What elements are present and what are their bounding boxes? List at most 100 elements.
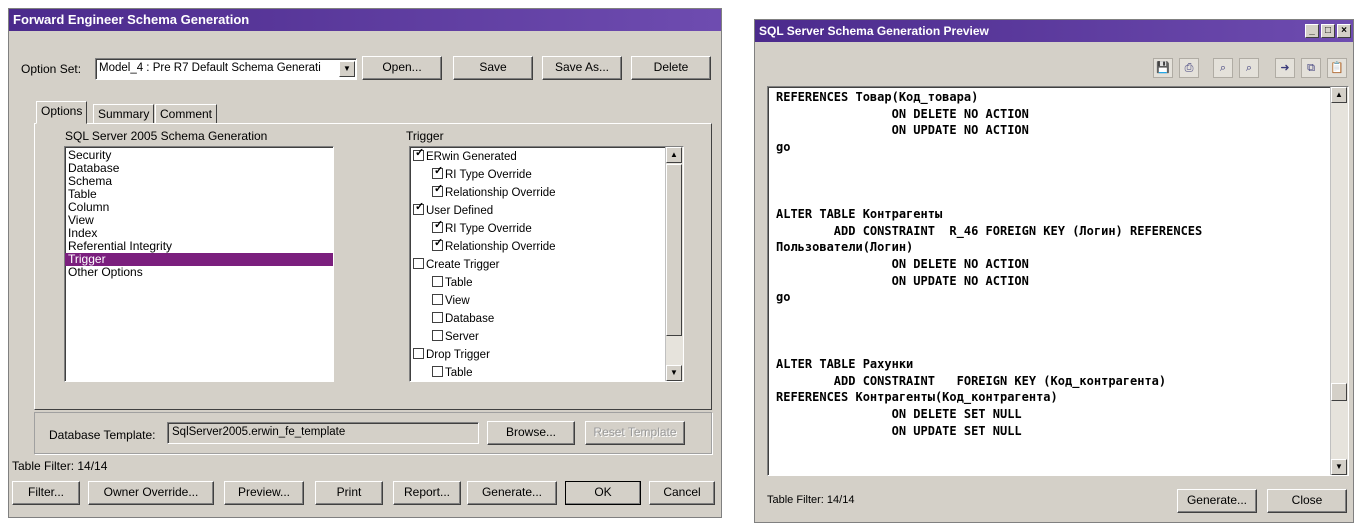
code-line: ALTER TABLE Контрагенты [776, 206, 943, 221]
checkbox-icon[interactable] [432, 312, 443, 323]
trigger-list-scrollbar[interactable]: ▲ ▼ [665, 147, 683, 381]
trigger-option-label: Table [445, 277, 473, 289]
trigger-option-label: Relationship Override [445, 241, 556, 253]
checkbox-checked-icon[interactable]: ✓ [432, 238, 443, 251]
option-set-select[interactable]: Model_4 : Pre R7 Default Schema Generati… [95, 58, 357, 80]
trigger-option[interactable]: Drop Trigger [410, 346, 683, 364]
scroll-up-icon[interactable]: ▲ [666, 147, 682, 163]
scroll-down-icon[interactable]: ▼ [1331, 459, 1347, 475]
trigger-options-list[interactable]: ✓ ERwin Generated ✓ RI Type Override ✓ Relati… [409, 146, 684, 382]
trigger-option-label: ERwin Generated [426, 151, 517, 163]
find-next-icon[interactable]: ⌕ [1239, 58, 1259, 78]
checkbox-icon[interactable] [413, 348, 424, 359]
delete-button[interactable]: Delete [631, 56, 711, 80]
filter-button[interactable]: Filter... [12, 481, 80, 505]
trigger-option[interactable]: Database [410, 310, 683, 328]
save-button[interactable]: Save [453, 56, 533, 80]
code-line: ALTER TABLE Рахунки [776, 357, 914, 371]
checkbox-icon[interactable] [432, 366, 443, 377]
code-preview-area[interactable]: REFERENCES Товар(Код_товара) ON DELETE N… [767, 86, 1349, 476]
cancel-button[interactable]: Cancel [649, 481, 715, 505]
trigger-option[interactable]: ✓ RI Type Override [410, 220, 683, 238]
open-button[interactable]: Open... [362, 56, 442, 80]
scroll-thumb[interactable] [666, 164, 682, 336]
scroll-thumb[interactable] [1331, 383, 1347, 401]
checkbox-checked-icon[interactable]: ✓ [432, 220, 443, 233]
tab-comment[interactable]: Comment [155, 104, 218, 124]
checkbox-icon[interactable] [432, 294, 443, 305]
code-line: ADD CONSTRAINT FOREIGN KEY (Код_контраге… [776, 373, 1167, 388]
category-item[interactable]: Other Options [65, 266, 333, 279]
trigger-option[interactable]: Server [410, 328, 683, 346]
close-icon[interactable]: × [1337, 24, 1351, 38]
maximize-icon[interactable]: □ [1321, 24, 1335, 38]
scroll-down-icon[interactable]: ▼ [666, 365, 682, 381]
find-icon[interactable]: ⌕ [1213, 58, 1233, 78]
scroll-up-icon[interactable]: ▲ [1331, 87, 1347, 103]
browse-button[interactable]: Browse... [487, 421, 575, 445]
db-template-value: SqlServer2005.erwin_fe_template [172, 426, 346, 438]
category-item[interactable]: Schema [65, 175, 333, 188]
checkbox-checked-icon[interactable]: ✓ [413, 202, 424, 215]
code-line: Пользователи(Логин) [776, 240, 914, 255]
trigger-option[interactable]: View [410, 292, 683, 310]
code-line: ON UPDATE NO ACTION [776, 273, 1029, 288]
code-scrollbar[interactable]: ▲ ▼ [1330, 87, 1348, 475]
trigger-option[interactable]: Table [410, 274, 683, 292]
print-icon[interactable]: ⎙ [1179, 58, 1199, 78]
tab-options[interactable]: Options [36, 101, 88, 124]
checkbox-icon[interactable] [413, 258, 424, 269]
code-line: ON DELETE NO ACTION [776, 256, 1029, 271]
generate-button[interactable]: Generate... [467, 481, 557, 505]
option-set-label: Option Set: [21, 62, 82, 76]
minimize-icon[interactable]: _ [1305, 24, 1319, 38]
trigger-option[interactable]: Table [410, 364, 683, 381]
checkbox-checked-icon[interactable]: ✓ [413, 148, 424, 161]
code-line: ON UPDATE SET NULL [776, 423, 1022, 438]
trigger-option[interactable]: Create Trigger [410, 256, 683, 274]
category-item[interactable]: Column [65, 201, 333, 214]
table-filter-text: Table Filter: 14/14 [12, 459, 108, 473]
copy-icon[interactable]: ⧉ [1301, 58, 1321, 78]
trigger-option-label: Table [445, 367, 473, 379]
trigger-option[interactable]: ✓ ERwin Generated [410, 148, 683, 166]
trigger-option[interactable]: ✓ Relationship Override [410, 238, 683, 256]
checkbox-checked-icon[interactable]: ✓ [432, 184, 443, 197]
code-line: ON DELETE NO ACTION [776, 106, 1029, 121]
code-line: ADD CONSTRAINT R_46 FOREIGN KEY (Логин) … [776, 223, 1203, 238]
dialog-title: Forward Engineer Schema Generation [9, 9, 721, 31]
save-as-button[interactable]: Save As... [542, 56, 622, 80]
goto-icon[interactable]: ➜ [1275, 58, 1295, 78]
category-list[interactable]: Security Database Schema Table Column View Ind… [64, 146, 334, 382]
tab-summary[interactable]: Summary [93, 104, 155, 124]
schema-preview-window: SQL Server Schema Generation Preview _ □… [754, 19, 1354, 523]
db-template-field[interactable]: SqlServer2005.erwin_fe_template [167, 422, 479, 444]
reset-template-button[interactable]: Reset Template [585, 421, 685, 445]
sql-code: REFERENCES Товар(Код_товара) ON DELETE N… [776, 89, 1202, 439]
checkbox-checked-icon[interactable]: ✓ [432, 166, 443, 179]
checkbox-icon[interactable] [432, 276, 443, 287]
code-line: REFERENCES Товар(Код_товара) [776, 90, 979, 104]
paste-icon[interactable]: 📋 [1327, 58, 1347, 78]
report-button[interactable]: Report... [393, 481, 461, 505]
checkbox-icon[interactable] [432, 330, 443, 341]
chevron-down-icon[interactable]: ▼ [339, 61, 355, 77]
owner-override-button[interactable]: Owner Override... [88, 481, 214, 505]
print-button[interactable]: Print [315, 481, 383, 505]
preview-generate-button[interactable]: Generate... [1177, 489, 1257, 513]
trigger-option[interactable]: ✓ RI Type Override [410, 166, 683, 184]
trigger-option[interactable]: ✓ User Defined [410, 202, 683, 220]
trigger-option-label: Drop Trigger [426, 349, 490, 361]
ok-button[interactable]: OK [565, 481, 641, 505]
code-line: go [776, 140, 791, 155]
category-item[interactable]: View [65, 214, 333, 227]
preview-button[interactable]: Preview... [224, 481, 304, 505]
save-icon[interactable]: 💾 [1153, 58, 1173, 78]
code-line: REFERENCES Контрагенты(Код_контрагента) [776, 390, 1058, 405]
preview-close-button[interactable]: Close [1267, 489, 1347, 513]
trigger-option[interactable]: ✓ Relationship Override [410, 184, 683, 202]
trigger-option-label: Server [445, 331, 479, 343]
schema-heading: SQL Server 2005 Schema Generation [65, 129, 268, 143]
